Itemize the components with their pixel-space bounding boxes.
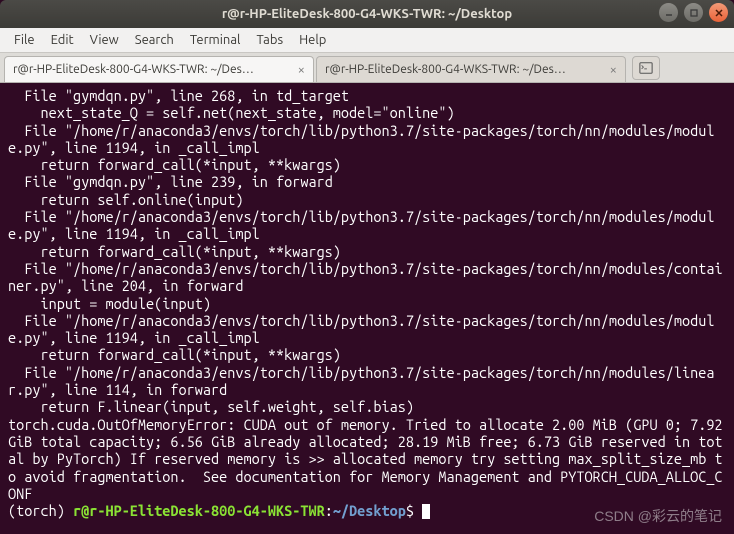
- prompt-path: ~/Desktop: [333, 502, 406, 519]
- terminal-icon: [639, 61, 653, 75]
- tab-active[interactable]: r@r-HP-EliteDesk-800-G4-WKS-TWR: ~/Des… …: [4, 56, 314, 82]
- prompt-env: (torch): [8, 502, 73, 519]
- terminal-output: File "gymdqn.py", line 268, in td_target…: [8, 87, 731, 502]
- menu-file[interactable]: File: [6, 30, 43, 50]
- menu-tabs[interactable]: Tabs: [248, 30, 291, 50]
- window-controls: [659, 3, 728, 22]
- tab-label: r@r-HP-EliteDesk-800-G4-WKS-TWR: ~/Des…: [13, 63, 292, 76]
- terminal-output-area[interactable]: File "gymdqn.py", line 268, in td_target…: [0, 83, 734, 534]
- tab-inactive[interactable]: r@r-HP-EliteDesk-800-G4-WKS-TWR: ~/Des… …: [316, 56, 626, 82]
- tab-label: r@r-HP-EliteDesk-800-G4-WKS-TWR: ~/Des…: [325, 63, 604, 76]
- menu-help[interactable]: Help: [291, 30, 334, 50]
- menubar: File Edit View Search Terminal Tabs Help: [0, 28, 734, 53]
- prompt-userhost: r@r-HP-EliteDesk-800-G4-WKS-TWR: [73, 502, 325, 519]
- tabbar: r@r-HP-EliteDesk-800-G4-WKS-TWR: ~/Des… …: [0, 53, 734, 83]
- close-button[interactable]: [709, 3, 728, 22]
- new-tab-button[interactable]: [632, 56, 660, 80]
- menu-search[interactable]: Search: [127, 30, 182, 50]
- tab-close-icon[interactable]: ×: [298, 63, 305, 77]
- minimize-button[interactable]: [659, 3, 678, 22]
- window-title: r@r-HP-EliteDesk-800-G4-WKS-TWR: ~/Deskt…: [222, 7, 512, 21]
- tab-close-icon[interactable]: ×: [610, 63, 617, 77]
- menu-edit[interactable]: Edit: [43, 30, 82, 50]
- maximize-button[interactable]: [684, 3, 703, 22]
- titlebar[interactable]: r@r-HP-EliteDesk-800-G4-WKS-TWR: ~/Deskt…: [0, 0, 734, 28]
- cursor: [422, 504, 430, 519]
- prompt-colon: :: [325, 502, 333, 519]
- menu-terminal[interactable]: Terminal: [182, 30, 249, 50]
- prompt-dollar: $: [406, 502, 422, 519]
- menu-view[interactable]: View: [82, 30, 127, 50]
